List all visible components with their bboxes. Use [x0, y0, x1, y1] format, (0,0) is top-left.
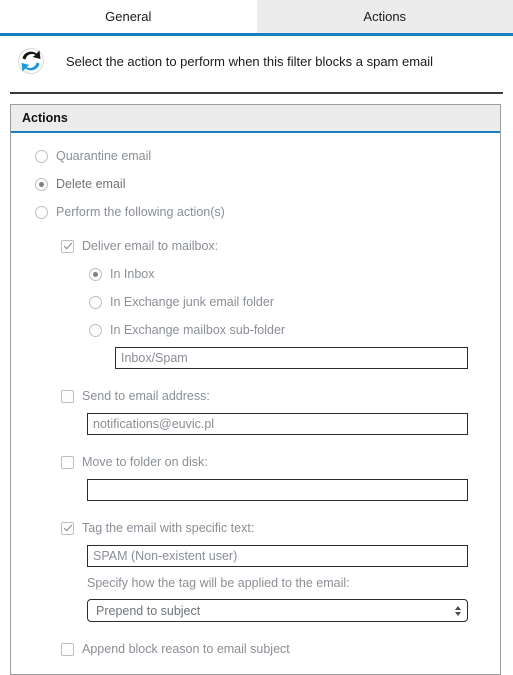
checkbox-deliver-to-mailbox-indicator[interactable]	[61, 240, 74, 253]
checkbox-tag-email-with-text-indicator[interactable]	[61, 522, 74, 535]
actions-panel-title: Actions	[11, 105, 500, 133]
radio-delete-email-label: Delete email	[56, 177, 125, 191]
radio-in-exchange-junk-folder[interactable]: In Exchange junk email folder	[89, 291, 490, 313]
radio-perform-following-actions-indicator[interactable]	[35, 206, 48, 219]
label-tag-apply-method-text: Specify how the tag will be applied to t…	[87, 576, 350, 590]
sync-arrows-icon	[14, 44, 48, 78]
spinner-arrows-icon[interactable]	[455, 606, 461, 616]
radio-delete-email[interactable]: Delete email	[35, 173, 490, 195]
checkbox-deliver-to-mailbox[interactable]: Deliver email to mailbox:	[61, 235, 490, 257]
radio-quarantine-email-indicator[interactable]	[35, 150, 48, 163]
radio-perform-following-actions-label: Perform the following action(s)	[56, 205, 225, 219]
checkbox-send-to-email-address-label: Send to email address:	[82, 389, 210, 403]
checkbox-send-to-email-address[interactable]: Send to email address:	[61, 385, 490, 407]
input-send-to-email-address[interactable]: notifications@euvic.pl	[87, 413, 468, 435]
checkbox-append-block-reason-label: Append block reason to email subject	[82, 642, 290, 656]
checkbox-append-block-reason-indicator[interactable]	[61, 643, 74, 656]
input-exchange-subfolder[interactable]: Inbox/Spam	[115, 347, 468, 369]
select-tag-apply-method-value: Prepend to subject	[96, 604, 200, 618]
spacer	[21, 435, 490, 451]
actions-panel: Actions Quarantine email Delete email Pe…	[10, 104, 501, 675]
checkbox-move-to-folder-on-disk[interactable]: Move to folder on disk:	[61, 451, 490, 473]
input-move-to-folder-on-disk[interactable]	[87, 479, 468, 501]
radio-delete-email-indicator[interactable]	[35, 178, 48, 191]
radio-in-exchange-subfolder-indicator[interactable]	[89, 324, 102, 337]
checkbox-move-to-folder-on-disk-label: Move to folder on disk:	[82, 455, 208, 469]
radio-in-exchange-junk-folder-label: In Exchange junk email folder	[110, 295, 274, 309]
checkbox-tag-email-with-text-label: Tag the email with specific text:	[82, 521, 254, 535]
select-tag-apply-method[interactable]: Prepend to subject	[87, 599, 468, 622]
chevron-up-icon	[455, 606, 461, 610]
checkbox-move-to-folder-on-disk-indicator[interactable]	[61, 456, 74, 469]
label-tag-apply-method: Specify how the tag will be applied to t…	[87, 573, 490, 593]
input-send-to-email-address-value: notifications@euvic.pl	[93, 417, 214, 431]
header-divider	[10, 92, 503, 94]
checkbox-append-block-reason[interactable]: Append block reason to email subject	[61, 638, 490, 660]
spacer	[21, 622, 490, 638]
spacer	[21, 501, 490, 517]
chevron-down-icon	[455, 612, 461, 616]
radio-in-inbox[interactable]: In Inbox	[89, 263, 490, 285]
tab-actions[interactable]: Actions	[257, 0, 513, 33]
radio-in-exchange-subfolder[interactable]: In Exchange mailbox sub-folder	[89, 319, 490, 341]
input-tag-text-value: SPAM (Non-existent user)	[93, 549, 237, 563]
tab-general-label: General	[105, 9, 151, 24]
actions-panel-body: Quarantine email Delete email Perform th…	[11, 133, 500, 674]
tab-actions-label: Actions	[363, 9, 406, 24]
radio-in-exchange-subfolder-label: In Exchange mailbox sub-folder	[110, 323, 285, 337]
radio-quarantine-email-label: Quarantine email	[56, 149, 151, 163]
header-description: Select the action to perform when this f…	[66, 54, 433, 69]
input-exchange-subfolder-value: Inbox/Spam	[121, 351, 188, 365]
radio-in-inbox-label: In Inbox	[110, 267, 154, 281]
checkbox-send-to-email-address-indicator[interactable]	[61, 390, 74, 403]
checkbox-deliver-to-mailbox-label: Deliver email to mailbox:	[82, 239, 218, 253]
radio-perform-following-actions[interactable]: Perform the following action(s)	[35, 201, 490, 223]
header-banner: Select the action to perform when this f…	[0, 36, 513, 86]
checkbox-tag-email-with-text[interactable]: Tag the email with specific text:	[61, 517, 490, 539]
radio-in-exchange-junk-folder-indicator[interactable]	[89, 296, 102, 309]
input-tag-text[interactable]: SPAM (Non-existent user)	[87, 545, 468, 567]
tab-strip: General Actions	[0, 0, 513, 36]
spacer	[21, 223, 490, 235]
tab-general[interactable]: General	[0, 0, 257, 33]
spacer	[21, 369, 490, 385]
radio-quarantine-email[interactable]: Quarantine email	[35, 145, 490, 167]
radio-in-inbox-indicator[interactable]	[89, 268, 102, 281]
